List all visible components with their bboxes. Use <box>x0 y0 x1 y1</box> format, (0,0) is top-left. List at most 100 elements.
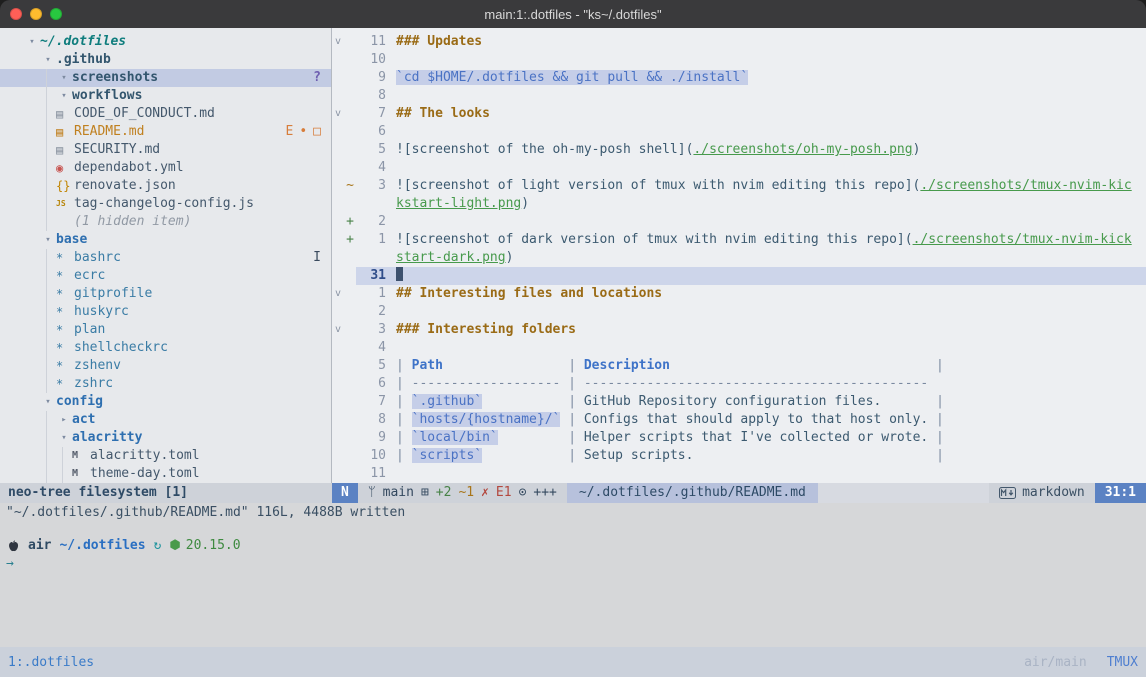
syntax-pipe: | <box>396 358 412 373</box>
editor-line[interactable]: 10| `scripts` | Setup scripts. | <box>332 447 1146 465</box>
fold-column <box>332 375 344 393</box>
editor-line[interactable]: 6| ------------------- | ---------------… <box>332 375 1146 393</box>
git-branch-icon: ᛘ <box>368 483 376 503</box>
mode-indicator: N <box>332 483 358 503</box>
tree-item-shellcheckrc[interactable]: *shellcheckrc <box>0 339 331 357</box>
git-sign-column <box>344 105 356 123</box>
tmux-session-name: air/main <box>1024 655 1087 670</box>
fold-icon[interactable]: v <box>332 285 344 303</box>
syntax-h3: ### Interesting folders <box>396 322 576 337</box>
editor-line[interactable]: 2 <box>332 303 1146 321</box>
tree-item-1-hidden-item[interactable]: (1 hidden item) <box>0 213 331 231</box>
chevron-down-icon[interactable]: ▾ <box>56 69 72 87</box>
git-sign-column <box>344 357 356 375</box>
tree-item-label: bashrc <box>74 249 121 267</box>
editor-line[interactable]: 5![screenshot of the oh-my-posh shell](.… <box>332 141 1146 159</box>
editor-line[interactable]: +2 <box>332 213 1146 231</box>
editor-line[interactable]: 11 <box>332 465 1146 483</box>
editor-line[interactable]: v11### Updates <box>332 33 1146 51</box>
fold-icon[interactable]: v <box>332 321 344 339</box>
chevron-down-icon[interactable]: ▾ <box>24 33 40 51</box>
editor-line[interactable]: ~3![screenshot of light version of tmux … <box>332 177 1146 195</box>
editor-line[interactable]: v3### Interesting folders <box>332 321 1146 339</box>
tree-item-zshrc[interactable]: *zshrc <box>0 375 331 393</box>
editor-buffer[interactable]: v11### Updates109`cd $HOME/.dotfiles && … <box>332 28 1146 483</box>
syntax-t: Configs that should apply to that host o… <box>584 412 928 427</box>
editor-line[interactable]: kstart-light.png) <box>332 195 1146 213</box>
titlebar[interactable]: main:1:.dotfiles - "ks~/.dotfiles" <box>0 0 1146 28</box>
editor-line[interactable]: 9`cd $HOME/.dotfiles && git pull && ./in… <box>332 69 1146 87</box>
tree-item-gitprofile[interactable]: *gitprofile <box>0 285 331 303</box>
chevron-down-icon[interactable]: ▾ <box>56 429 72 447</box>
fold-column <box>332 177 344 195</box>
tree-item-alacritty-toml[interactable]: Malacritty.toml <box>0 447 331 465</box>
chevron-down-icon[interactable]: ▾ <box>40 393 56 411</box>
tree-item-label: shellcheckrc <box>74 339 168 357</box>
fold-column <box>332 465 344 483</box>
line-number: 11 <box>356 465 386 483</box>
fold-icon[interactable]: v <box>332 33 344 51</box>
tree-item-plan[interactable]: *plan <box>0 321 331 339</box>
line-number: 10 <box>356 51 386 69</box>
tree-item-screenshots[interactable]: ▾screenshots? <box>0 69 331 87</box>
tree-item-bashrc[interactable]: *bashrcI <box>0 249 331 267</box>
editor-line[interactable]: start-dark.png) <box>332 249 1146 267</box>
tree-item-act[interactable]: ▸act <box>0 411 331 429</box>
tree-item-readme-md[interactable]: ▤README.mdE•□ <box>0 123 331 141</box>
dependabot-icon: ◉ <box>56 159 74 177</box>
tree-item-renovate-json[interactable]: {}renovate.json <box>0 177 331 195</box>
tree-item-huskyrc[interactable]: *huskyrc <box>0 303 331 321</box>
syntax-t: ) <box>506 250 514 265</box>
editor-line[interactable]: v7## The looks <box>332 105 1146 123</box>
minimize-button[interactable] <box>30 8 42 20</box>
fold-icon[interactable]: v <box>332 105 344 123</box>
tree-item-dotfiles[interactable]: ▾~/.dotfiles <box>0 33 331 51</box>
tree-item-config[interactable]: ▾config <box>0 393 331 411</box>
chevron-right-icon[interactable]: ▸ <box>56 411 72 429</box>
tree-item-github[interactable]: ▾.github <box>0 51 331 69</box>
maximize-button[interactable] <box>50 8 62 20</box>
editor-line[interactable]: 8 | `hosts/{hostname}/` | Configs that sh… <box>332 411 1146 429</box>
editor-line[interactable]: 4 <box>332 339 1146 357</box>
editor-line[interactable]: 5| Path | Description | <box>332 357 1146 375</box>
syntax-pipe: | <box>498 430 584 445</box>
editor-line[interactable]: 10 <box>332 51 1146 69</box>
chevron-down-icon[interactable]: ▾ <box>56 87 72 105</box>
editor-line[interactable]: 9| `local/bin` | Helper scripts that I'v… <box>332 429 1146 447</box>
line-text: | `hosts/{hostname}/` | Configs that sho… <box>396 411 944 429</box>
tree-item-zshenv[interactable]: *zshenv <box>0 357 331 375</box>
chevron-down-icon[interactable]: ▾ <box>40 51 56 69</box>
close-button[interactable] <box>10 8 22 20</box>
node-version-text: 20.15.0 <box>186 537 241 555</box>
chevron-down-icon[interactable]: ▾ <box>40 231 56 249</box>
tree-item-code-of-conduct-md[interactable]: ▤CODE_OF_CONDUCT.md <box>0 105 331 123</box>
tmux-window-tab[interactable]: 1:.dotfiles <box>8 655 94 670</box>
tree-item-security-md[interactable]: ▤SECURITY.md <box>0 141 331 159</box>
tree-item-dependabot-yml[interactable]: ◉dependabot.yml <box>0 159 331 177</box>
tree-item-workflows[interactable]: ▾workflows <box>0 87 331 105</box>
editor-line[interactable]: 4 <box>332 159 1146 177</box>
tree-item-label: act <box>72 411 95 429</box>
cursor-position: 31:1 <box>1095 483 1146 503</box>
git-sign-column <box>344 303 356 321</box>
neotree-panel[interactable]: ▾~/.dotfiles▾.github▾screenshots?▾workfl… <box>0 28 331 483</box>
fold-column <box>332 213 344 231</box>
editor-line[interactable]: 7| `.github` | GitHub Repository configu… <box>332 393 1146 411</box>
editor-line[interactable]: v1## Interesting files and locations <box>332 285 1146 303</box>
editor-line[interactable]: +1![screenshot of dark version of tmux w… <box>332 231 1146 249</box>
prompt-host: air <box>28 537 51 555</box>
editor-line[interactable]: 8 <box>332 87 1146 105</box>
prompt-input-line[interactable]: → <box>0 555 1146 573</box>
tree-item-base[interactable]: ▾base <box>0 231 331 249</box>
editor-line[interactable]: 6 <box>332 123 1146 141</box>
git-branch-name: main <box>383 483 414 503</box>
editor-line[interactable]: 31 <box>332 267 1146 285</box>
tree-item-tag-changelog-config-js[interactable]: JStag-changelog-config.js <box>0 195 331 213</box>
tree-item-theme-day-toml[interactable]: Mtheme-day.toml <box>0 465 331 483</box>
shell-pane[interactable]: air ~/.dotfiles ↻ ⬢ 20.15.0 → <box>0 523 1146 573</box>
tree-item-ecrc[interactable]: *ecrc <box>0 267 331 285</box>
nvim-area: ▾~/.dotfiles▾.github▾screenshots?▾workfl… <box>0 28 1146 483</box>
line-number: 8 <box>356 411 386 429</box>
buffer-line: 9`cd $HOME/.dotfiles && git pull && ./in… <box>356 69 1146 87</box>
tree-item-alacritty[interactable]: ▾alacritty <box>0 429 331 447</box>
